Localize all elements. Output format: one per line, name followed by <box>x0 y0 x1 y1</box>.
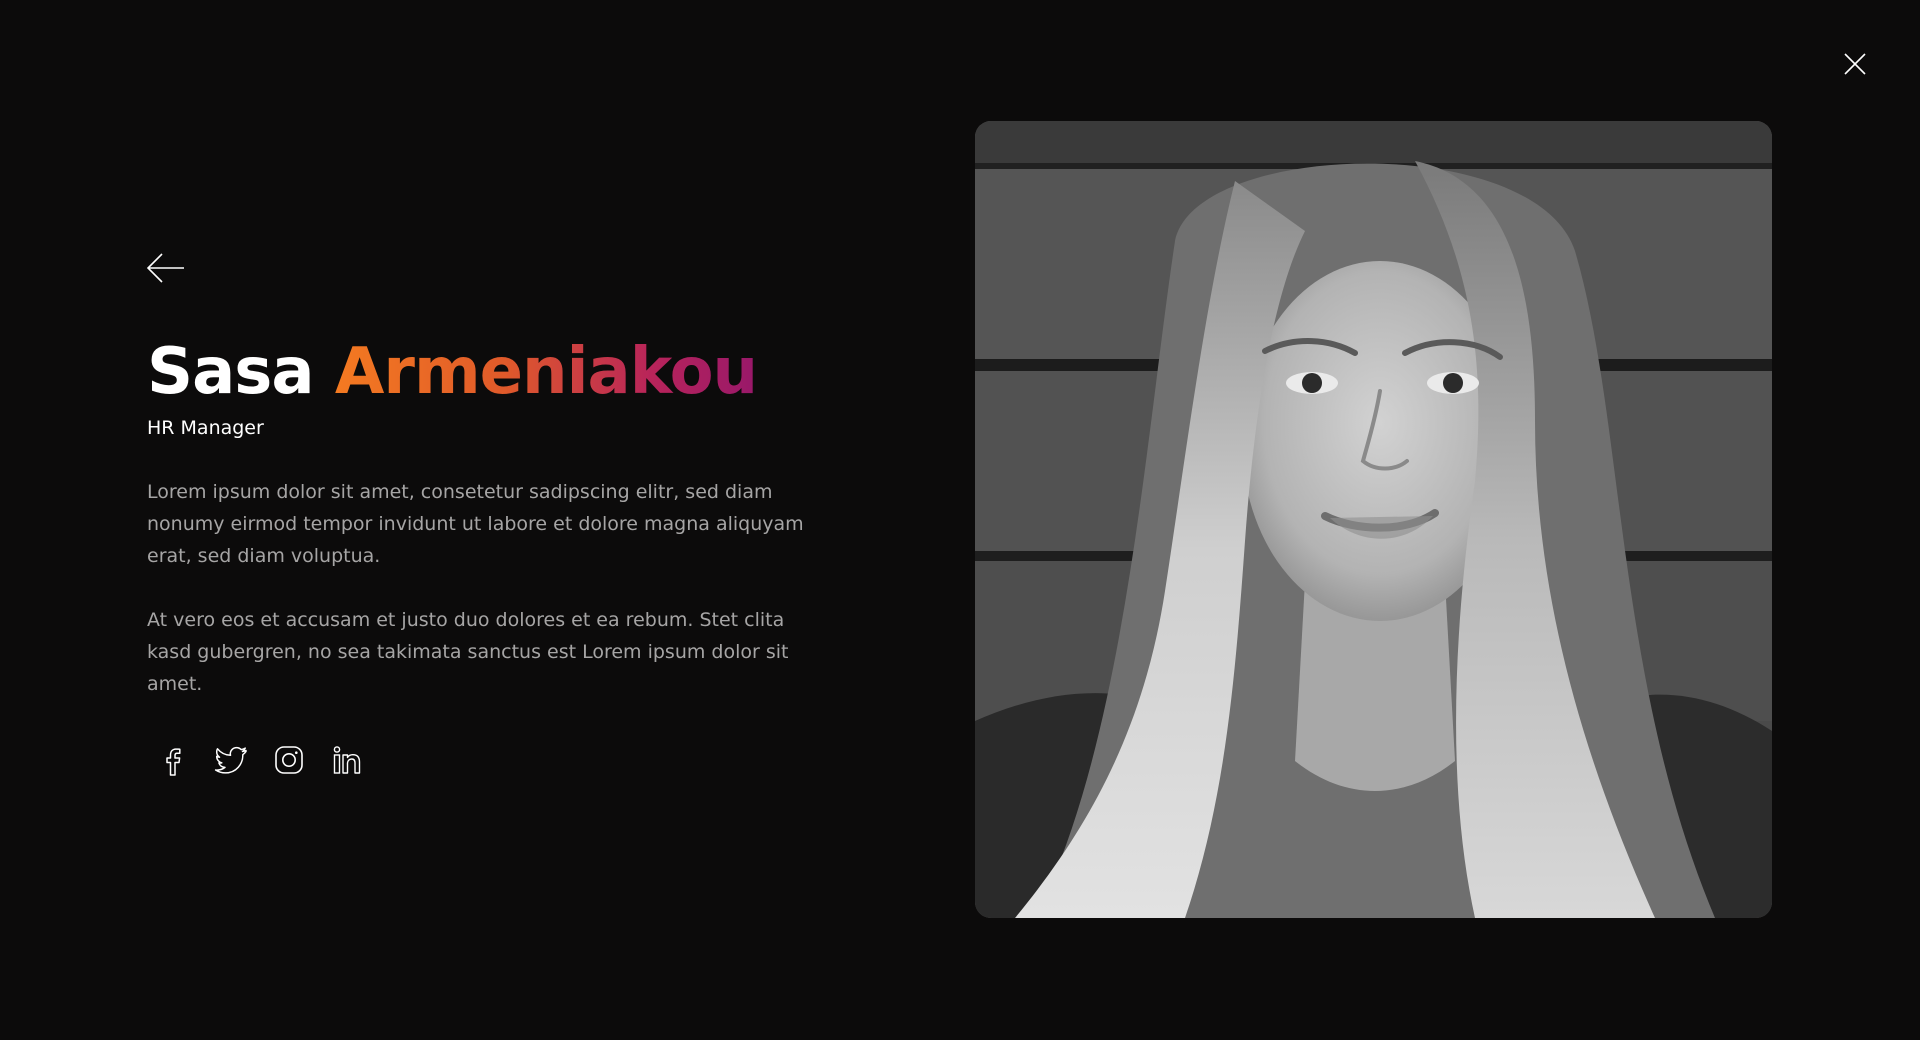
bio-paragraph: At vero eos et accusam et justo duo dolo… <box>147 609 789 695</box>
bio-paragraph: Lorem ipsum dolor sit amet, consetetur s… <box>147 481 804 567</box>
arrow-left-icon <box>146 253 184 283</box>
twitter-link[interactable] <box>214 743 248 777</box>
instagram-icon <box>275 746 303 774</box>
back-button[interactable] <box>146 253 185 283</box>
close-button[interactable] <box>1844 53 1866 75</box>
social-links <box>156 743 364 777</box>
facebook-icon <box>166 748 181 776</box>
linkedin-icon <box>333 746 361 774</box>
instagram-link[interactable] <box>272 743 306 777</box>
last-name: Armeniakou <box>334 335 758 409</box>
twitter-icon <box>214 746 247 774</box>
linkedin-link[interactable] <box>330 743 364 777</box>
close-icon <box>1844 53 1866 75</box>
profile-modal: Sasa Armeniakou HR Manager Lorem ipsum d… <box>0 0 1920 1040</box>
facebook-link[interactable] <box>156 743 190 777</box>
job-title: HR Manager <box>147 417 264 439</box>
profile-photo <box>975 121 1772 918</box>
first-name: Sasa <box>147 335 315 409</box>
profile-name: Sasa Armeniakou <box>147 332 758 412</box>
